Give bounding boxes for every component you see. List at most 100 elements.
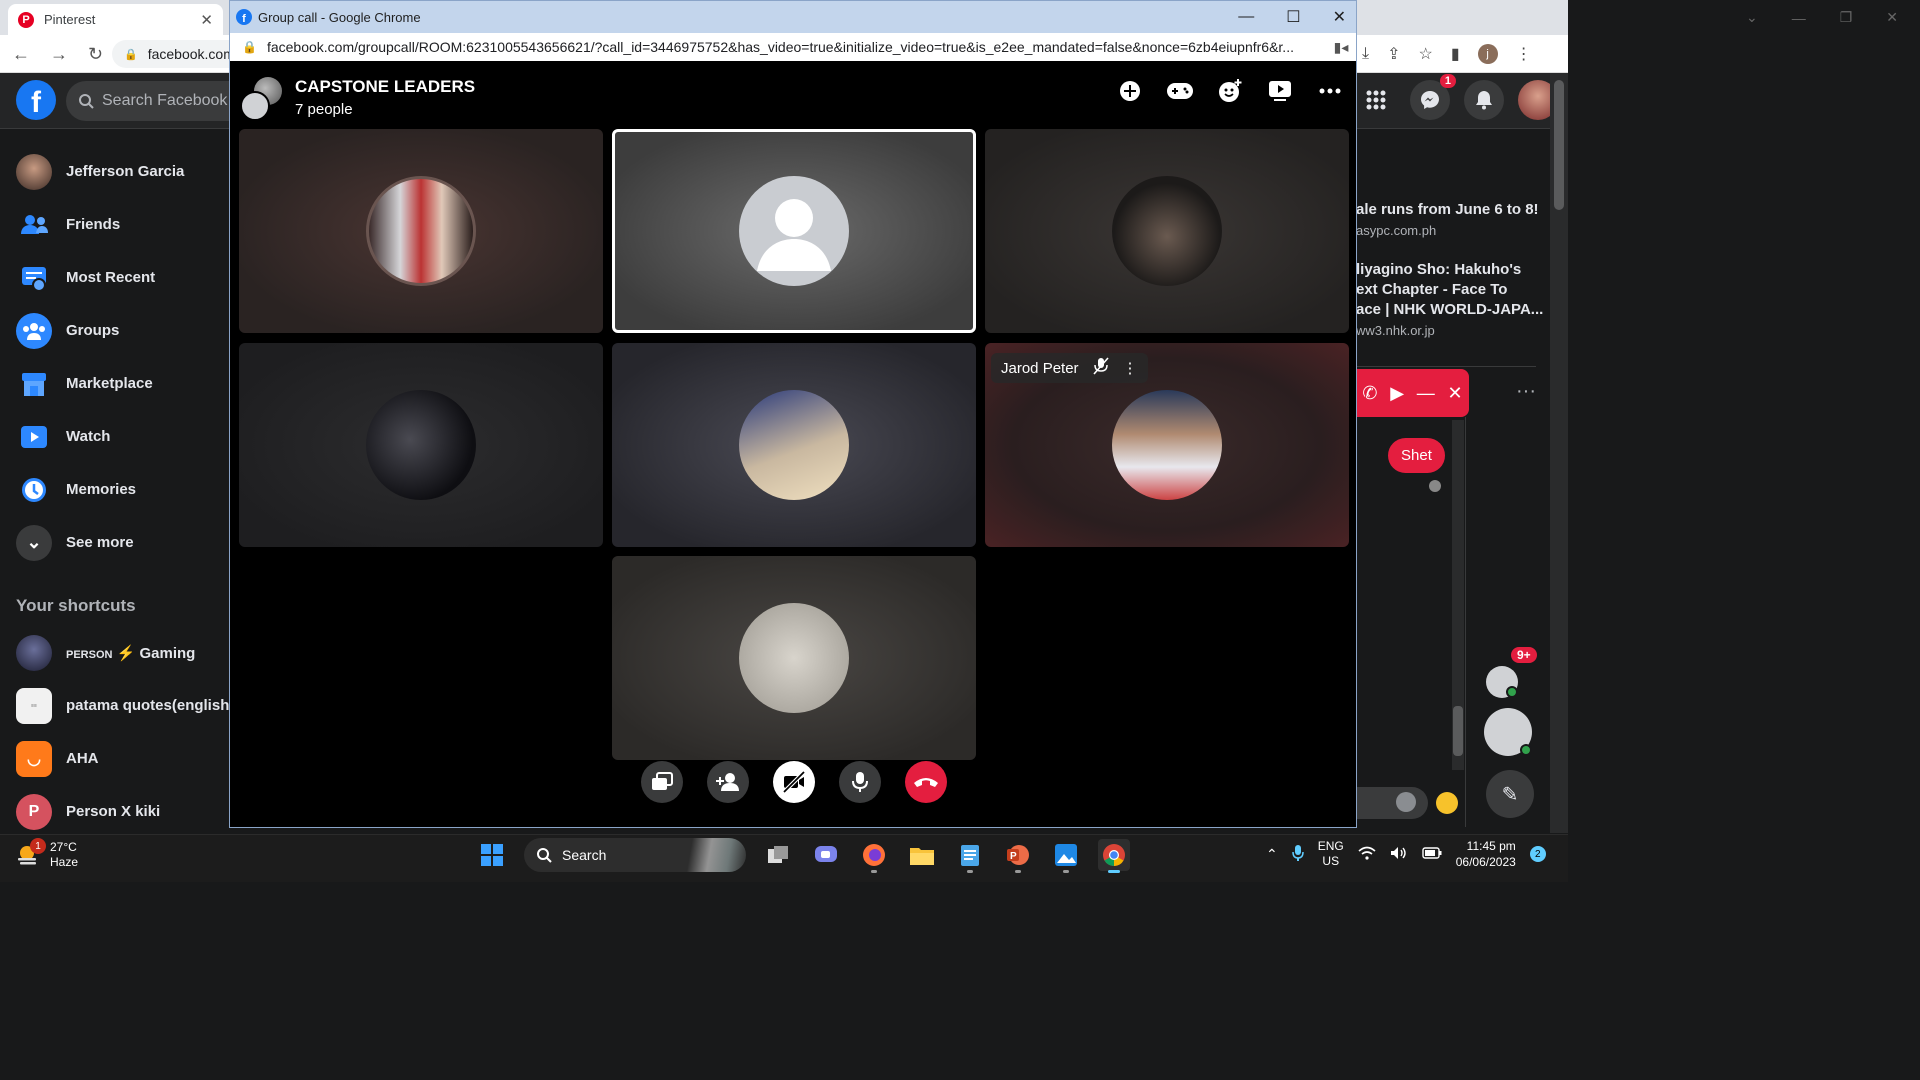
- shortcut-item[interactable]: P Person X kiki: [0, 785, 230, 838]
- close-window-icon[interactable]: ✕: [1333, 7, 1346, 27]
- facebook-logo[interactable]: f: [16, 80, 56, 120]
- sidebar-item-friends[interactable]: Friends: [0, 198, 230, 251]
- add-people-button[interactable]: [707, 761, 749, 803]
- participant-tile-active-speaker[interactable]: [612, 129, 976, 333]
- profile-avatar: [16, 153, 52, 190]
- close-chat-icon[interactable]: ✕: [1448, 383, 1463, 404]
- camera-indicator-icon[interactable]: ▮◂: [1326, 39, 1356, 56]
- show-hidden-icons-icon[interactable]: ⌃: [1266, 846, 1278, 863]
- sidebar-item-profile[interactable]: Jefferson Garcia: [0, 145, 230, 198]
- sponsored-item[interactable]: liyagino Sho: Hakuho's ext Chapter - Fac…: [1356, 260, 1546, 338]
- share-icon[interactable]: ⇪: [1387, 44, 1400, 64]
- powerpoint-icon[interactable]: P: [1002, 839, 1034, 873]
- menu-grid-icon[interactable]: [1356, 80, 1396, 120]
- chat-message: Shet: [1388, 438, 1445, 473]
- participant-name-chip: Jarod Peter ⋮: [991, 353, 1148, 383]
- battery-icon[interactable]: [1422, 846, 1442, 862]
- sidebar-item-see-more[interactable]: ⌄ See more: [0, 516, 230, 569]
- search-icon: [537, 848, 552, 863]
- contacts-badge: 9+: [1511, 647, 1537, 663]
- shortcut-item[interactable]: PERSON ⚡ Gaming: [0, 626, 230, 679]
- sidebar-item-watch[interactable]: Watch: [0, 410, 230, 463]
- side-panel-icon[interactable]: ▮: [1451, 44, 1460, 64]
- shortcuts-list: PERSON ⚡ Gaming ≡≡ patama quotes(english…: [0, 626, 230, 838]
- shortcut-item[interactable]: ≡≡ patama quotes(english,t: [0, 679, 230, 732]
- sponsored-url: asypc.com.ph: [1356, 223, 1437, 238]
- back-icon[interactable]: ←: [12, 44, 30, 65]
- end-call-button[interactable]: [905, 761, 947, 803]
- clock[interactable]: 11:45 pm 06/06/2023: [1456, 838, 1516, 870]
- close-window-icon[interactable]: ✕: [1886, 9, 1898, 26]
- minimize-icon[interactable]: —: [1238, 8, 1254, 26]
- reload-icon[interactable]: ↻: [88, 44, 103, 65]
- taskbar-search[interactable]: Search: [524, 838, 746, 872]
- install-icon[interactable]: ⤓: [1362, 45, 1369, 63]
- shortcut-item[interactable]: ◡ AHA: [0, 732, 230, 785]
- task-view-icon[interactable]: [762, 839, 794, 871]
- compose-message-icon[interactable]: ✎: [1486, 770, 1534, 818]
- file-explorer-icon[interactable]: [906, 839, 938, 871]
- more-options-icon[interactable]: [1316, 79, 1344, 103]
- system-tray: ⌃ ENG US 11:45 pm 06/06/2023 2: [1266, 838, 1546, 870]
- input-language[interactable]: ENG US: [1318, 839, 1344, 869]
- participant-options-icon[interactable]: ⋮: [1123, 359, 1138, 377]
- notification-count-badge[interactable]: 2: [1529, 846, 1546, 862]
- video-call-icon[interactable]: ▶: [1390, 383, 1404, 404]
- friends-icon: [16, 207, 52, 243]
- participant-tile[interactable]: [612, 556, 976, 760]
- menu-icon[interactable]: ⋮: [1516, 44, 1532, 64]
- teams-chat-icon[interactable]: [810, 839, 842, 871]
- close-tab-icon[interactable]: ✕: [200, 11, 213, 29]
- sidebar-item-memories[interactable]: Memories: [0, 463, 230, 516]
- messenger-icon[interactable]: 1: [1410, 74, 1456, 120]
- participant-tile[interactable]: Jarod Peter ⋮: [985, 343, 1349, 547]
- minimize-icon[interactable]: —: [1792, 10, 1806, 26]
- reaction-emoji-icon[interactable]: [1436, 792, 1458, 814]
- chrome-icon[interactable]: [1098, 839, 1130, 873]
- more-options-icon[interactable]: ···: [1516, 380, 1536, 403]
- microphone-button[interactable]: [839, 761, 881, 803]
- contact-avatar[interactable]: [1484, 708, 1532, 756]
- participant-tile[interactable]: [239, 343, 603, 547]
- tab-pinterest[interactable]: P Pinterest ✕: [8, 4, 223, 35]
- left-sidebar: Jefferson Garcia Friends Most Recent Gro…: [0, 145, 230, 569]
- contact-avatar[interactable]: [1486, 666, 1518, 698]
- camera-off-button[interactable]: [773, 761, 815, 803]
- weather-widget[interactable]: 1 27°C Haze: [16, 838, 78, 870]
- share-screen-button[interactable]: [641, 761, 683, 803]
- emoji-icon[interactable]: [1396, 792, 1416, 812]
- participant-tile[interactable]: [985, 129, 1349, 333]
- popup-address-bar[interactable]: 🔒 facebook.com/groupcall/ROOM:6231005543…: [230, 33, 1356, 61]
- participant-tile[interactable]: [612, 343, 976, 547]
- shortcut-label: patama quotes(english,t: [66, 697, 230, 714]
- volume-icon[interactable]: [1390, 846, 1408, 863]
- restore-icon[interactable]: ❐: [1840, 9, 1853, 26]
- microphone-tray-icon[interactable]: [1291, 844, 1304, 865]
- forward-icon[interactable]: →: [50, 44, 68, 65]
- sidebar-item-most-recent[interactable]: Most Recent: [0, 251, 230, 304]
- participant-tile[interactable]: [239, 129, 603, 333]
- game-controller-icon[interactable]: [1166, 79, 1194, 103]
- phone-icon[interactable]: ✆: [1362, 383, 1377, 404]
- page-scrollbar-thumb[interactable]: [1554, 80, 1564, 210]
- tab-search-icon[interactable]: ⌄: [1746, 9, 1758, 26]
- add-icon[interactable]: [1116, 79, 1144, 103]
- profile-avatar[interactable]: j: [1477, 44, 1498, 64]
- lock-icon: 🔒: [124, 48, 138, 61]
- sidebar-item-groups[interactable]: Groups: [0, 304, 230, 357]
- chat-scrollbar-thumb[interactable]: [1453, 706, 1463, 756]
- maximize-icon[interactable]: ☐: [1286, 7, 1300, 27]
- chat-input[interactable]: [1356, 787, 1428, 819]
- sidebar-item-marketplace[interactable]: Marketplace: [0, 357, 230, 410]
- firefox-icon[interactable]: [858, 839, 890, 873]
- notepad-icon[interactable]: [954, 839, 986, 873]
- sponsored-item[interactable]: ale runs from June 6 to 8! asypc.com.ph: [1356, 200, 1546, 238]
- bookmark-star-icon[interactable]: ☆: [1418, 44, 1432, 64]
- wifi-icon[interactable]: [1358, 846, 1376, 863]
- minimize-chat-icon[interactable]: —: [1417, 383, 1435, 404]
- windows-start-icon[interactable]: [476, 839, 508, 871]
- watch-together-icon[interactable]: [1266, 79, 1294, 103]
- add-reaction-icon[interactable]: [1216, 79, 1244, 103]
- notifications-bell-icon[interactable]: [1464, 80, 1504, 120]
- photos-icon[interactable]: [1050, 839, 1082, 873]
